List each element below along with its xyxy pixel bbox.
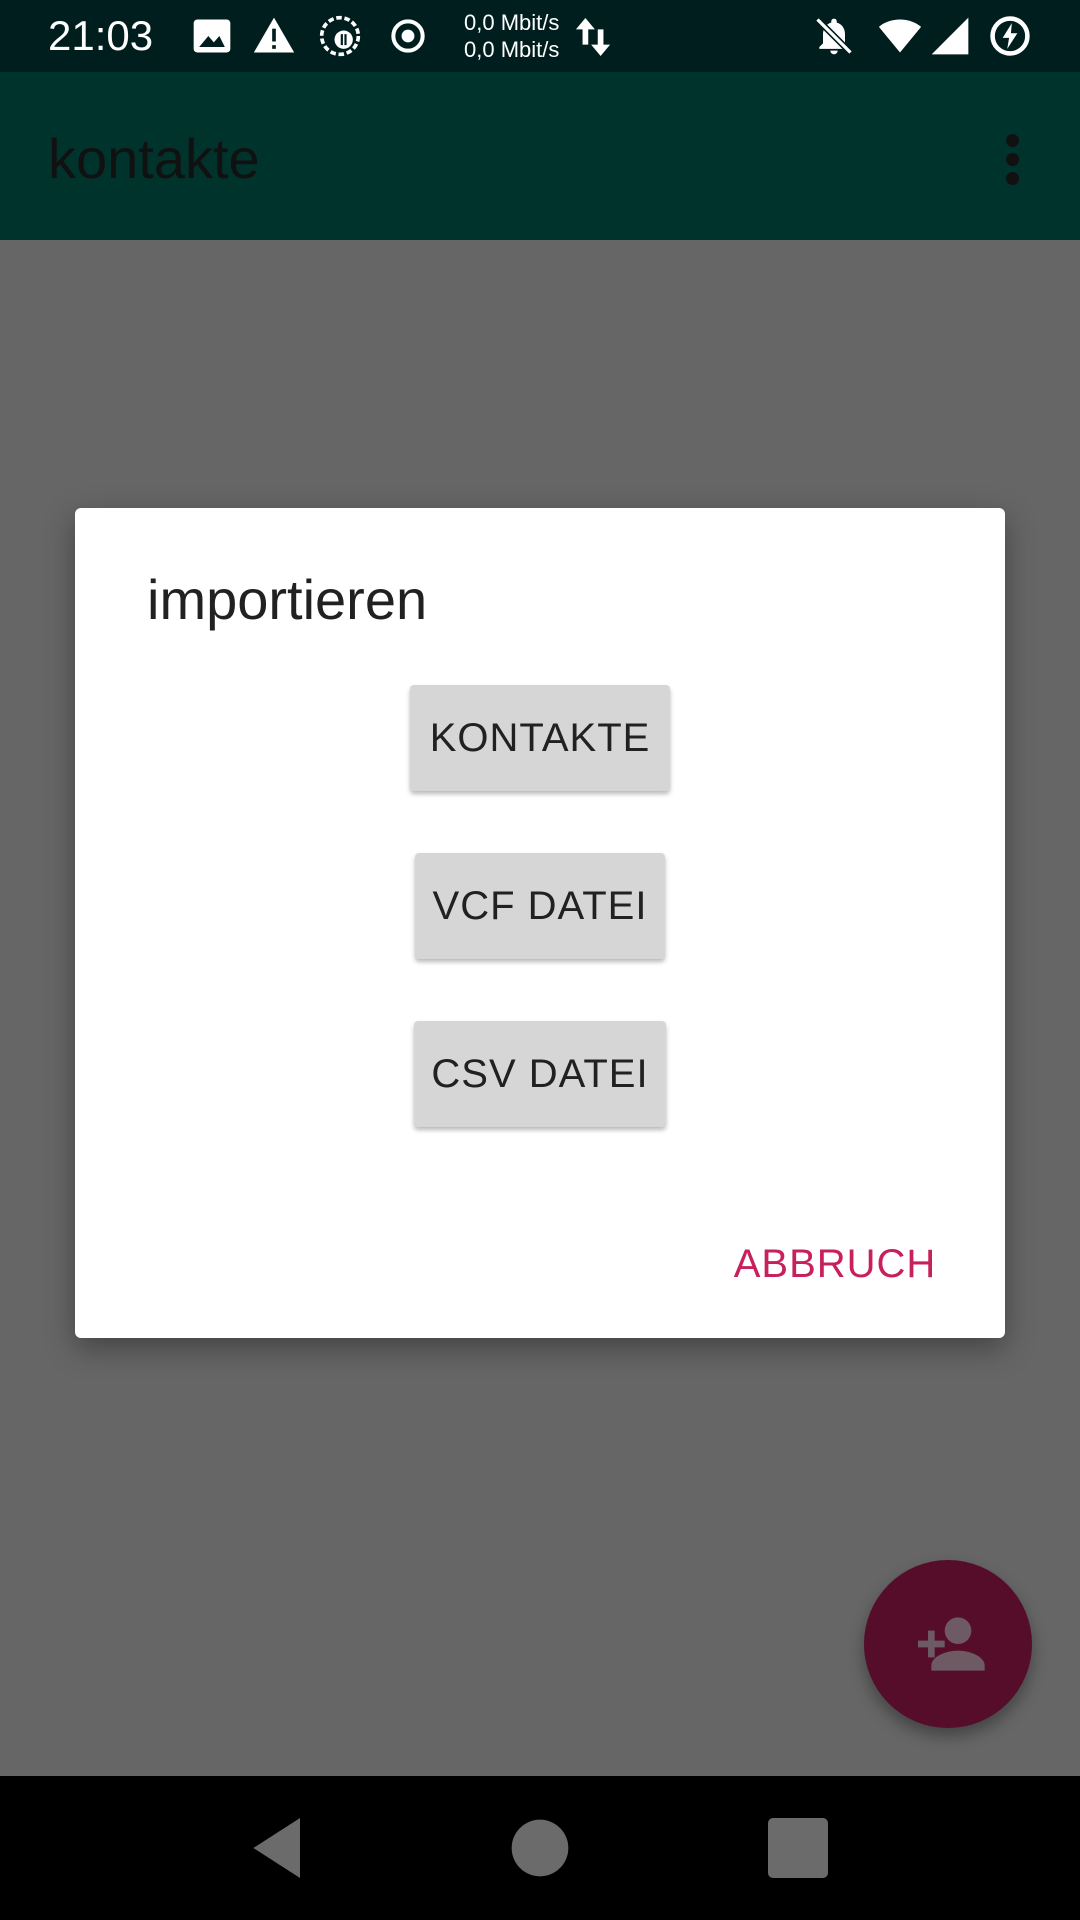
dialog-title: importieren xyxy=(147,568,428,631)
status-time: 21:03 xyxy=(48,12,154,59)
wifi-icon xyxy=(878,19,922,53)
record-icon xyxy=(391,19,425,53)
import-csv-button[interactable]: CSV DATEI xyxy=(414,1021,666,1127)
import-dialog: importieren KONTAKTE VCF DATEI CSV DATEI… xyxy=(75,508,1005,1338)
recents-icon[interactable] xyxy=(758,1808,838,1888)
back-icon[interactable] xyxy=(240,1808,320,1888)
home-icon[interactable] xyxy=(500,1808,580,1888)
navigation-bar xyxy=(0,1776,1080,1920)
image-icon xyxy=(193,19,231,53)
app-title: kontakte xyxy=(48,127,260,190)
net-speed-up: 0,0 Mbit/s xyxy=(464,10,560,35)
app-bar: kontakte xyxy=(0,72,1080,240)
data-arrows-icon xyxy=(575,18,611,56)
vpn-icon xyxy=(319,15,361,57)
overflow-menu-icon[interactable] xyxy=(998,128,1030,192)
net-speed-down: 0,0 Mbit/s xyxy=(464,37,560,62)
add-person-icon xyxy=(918,1617,985,1671)
import-vcf-button[interactable]: VCF DATEI xyxy=(415,853,665,959)
signal-icon xyxy=(931,17,969,55)
warning-icon xyxy=(253,17,295,53)
import-contacts-button[interactable]: KONTAKTE xyxy=(410,685,670,791)
add-contact-fab[interactable] xyxy=(864,1560,1032,1728)
status-bar: 21:03 0,0 Mbit/s 0,0 Mbit/s xyxy=(0,0,1080,72)
notifications-off-icon xyxy=(815,17,853,55)
cancel-button[interactable]: ABBRUCH xyxy=(725,1224,945,1304)
battery-charging-icon xyxy=(990,16,1030,56)
net-speed: 0,0 Mbit/s 0,0 Mbit/s xyxy=(464,9,559,63)
